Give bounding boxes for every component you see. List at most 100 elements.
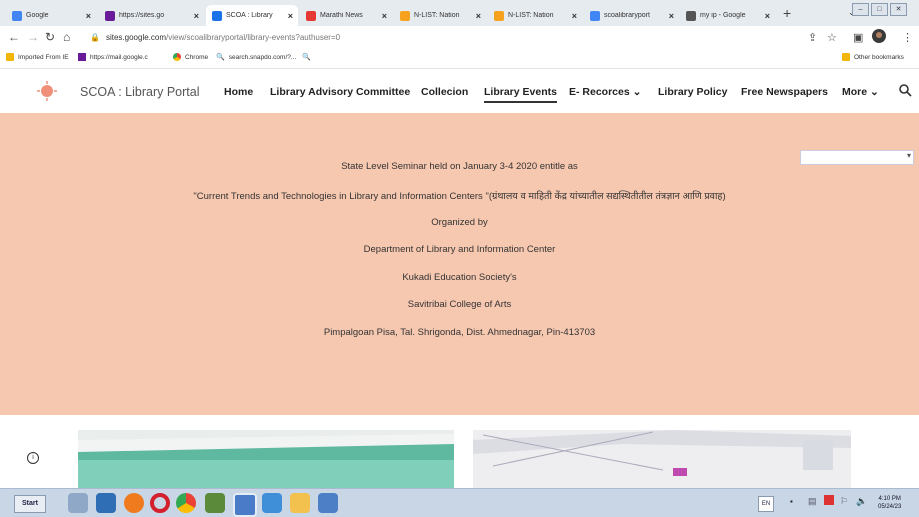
firefox-icon[interactable] bbox=[124, 493, 144, 513]
event-photo-right bbox=[473, 430, 851, 488]
nav-e-recorces[interactable]: E- Recorces ⌄ bbox=[569, 86, 641, 98]
explorer-icon[interactable] bbox=[68, 493, 88, 513]
profile-avatar[interactable] bbox=[872, 29, 886, 46]
chevron-down-icon: ▾ bbox=[906, 151, 911, 160]
tab-label: https://sites.go bbox=[119, 12, 165, 19]
home-icon[interactable]: ⌂ bbox=[63, 30, 70, 44]
browser-toolbar: ← → ↻ ⌂ 🔒 sites.google.com/view/scoalibra… bbox=[0, 26, 919, 50]
flag-icon[interactable]: ⚐ bbox=[840, 496, 848, 507]
google-icon bbox=[590, 10, 600, 21]
browser-tab-strip: Google × https://sites.go × SCOA : Library × M… bbox=[0, 0, 919, 26]
nav-library-policy[interactable]: Library Policy bbox=[658, 86, 727, 98]
bookmarks-bar: Imported From IE https://mail.google.c C… bbox=[0, 50, 919, 69]
display-icon[interactable]: ▤ bbox=[808, 496, 817, 507]
menu-kebab-icon[interactable]: ⋮ bbox=[902, 31, 913, 44]
clock[interactable]: 4:10 PM 05/24/23 bbox=[878, 495, 901, 511]
tab-stack-icon[interactable]: ▣ bbox=[853, 31, 863, 44]
minimize-button[interactable]: – bbox=[852, 3, 869, 16]
close-tab-icon[interactable]: × bbox=[194, 11, 199, 21]
word-icon[interactable] bbox=[318, 493, 338, 513]
search-icon[interactable] bbox=[898, 83, 912, 97]
news-icon bbox=[306, 10, 316, 21]
folder-icon bbox=[842, 53, 850, 61]
start-button[interactable]: Start bbox=[14, 495, 46, 513]
tab-5[interactable]: N-LIST: Nation × bbox=[394, 5, 486, 26]
chevron-down-icon: ⌄ bbox=[632, 86, 642, 98]
bookmark-snapdo[interactable]: 🔍 search.snapdo.com/?... bbox=[216, 53, 296, 62]
tab-3[interactable]: SCOA : Library × bbox=[206, 5, 298, 26]
tab-6[interactable]: N-LIST: Nation × bbox=[488, 5, 582, 26]
nlist-icon bbox=[400, 10, 410, 21]
share-icon[interactable]: ⇪ bbox=[808, 31, 817, 44]
network-icon[interactable]: ▪ bbox=[790, 497, 793, 506]
bookmark-mail[interactable]: https://mail.google.c bbox=[78, 53, 148, 61]
event-banner: State Level Seminar held on January 3-4 … bbox=[0, 113, 919, 415]
nav-home[interactable]: Home bbox=[224, 86, 253, 98]
nav-collecion[interactable]: Collecion bbox=[421, 86, 468, 98]
system-tray: EN ▪ ▤ ⚐ 🔈 4:10 PM 05/24/23 bbox=[758, 493, 908, 513]
url-path: /view/scoalibraryportal/library-events?a… bbox=[166, 33, 341, 42]
clock-time: 4:10 PM bbox=[878, 496, 901, 502]
tab-label: Google bbox=[26, 12, 49, 19]
tab-label: N-LIST: Nation bbox=[508, 12, 554, 19]
tab-2[interactable]: https://sites.go × bbox=[99, 5, 204, 26]
banner-department: Department of Library and Information Ce… bbox=[363, 244, 556, 255]
maximize-button[interactable]: □ bbox=[871, 3, 888, 16]
tab-8[interactable]: my ip - Google × bbox=[680, 5, 775, 26]
close-tab-icon[interactable]: × bbox=[86, 11, 91, 21]
tab-4[interactable]: Marathi News × bbox=[300, 5, 392, 26]
bookmark-star-icon[interactable]: ☆ bbox=[827, 31, 837, 44]
bookmark-imported-from-ie[interactable]: Imported From IE bbox=[6, 53, 69, 61]
event-photo-left bbox=[78, 430, 454, 488]
url-host: sites.google.com bbox=[105, 33, 166, 42]
nlist-icon bbox=[494, 10, 504, 21]
volume-icon[interactable]: 🔈 bbox=[856, 496, 867, 507]
nav-free-newspapers[interactable]: Free Newspapers bbox=[741, 86, 828, 98]
media-icon[interactable] bbox=[205, 493, 225, 513]
tab-1[interactable]: Google × bbox=[6, 5, 96, 26]
tab-label: scoalibraryport bbox=[604, 12, 650, 19]
window-controls: – □ ✕ bbox=[852, 3, 907, 16]
tab-label: my ip - Google bbox=[700, 12, 746, 19]
nav-more[interactable]: More ⌄ bbox=[842, 86, 879, 98]
lock-icon: 🔒 bbox=[90, 33, 100, 42]
bookmark-chrome[interactable]: Chrome bbox=[173, 53, 208, 61]
address-bar[interactable]: 🔒 sites.google.com/view/scoalibraryportal… bbox=[90, 30, 340, 46]
banner-title-line: "Current Trends and Technologies in Libr… bbox=[193, 191, 726, 202]
folder-taskbar-icon[interactable] bbox=[290, 493, 310, 513]
nav-library-events[interactable]: Library Events bbox=[484, 86, 557, 103]
forward-arrow-icon[interactable]: → bbox=[27, 30, 39, 44]
site-title[interactable]: SCOA : Library Portal bbox=[80, 85, 200, 99]
search-icon: 🔍 bbox=[302, 54, 311, 61]
close-tab-icon[interactable]: × bbox=[765, 11, 770, 21]
tab-label: Marathi News bbox=[320, 12, 363, 19]
banner-college: Savitribai College of Arts bbox=[407, 299, 512, 310]
yahoo-icon bbox=[105, 10, 115, 21]
chrome-active-icon[interactable] bbox=[233, 493, 257, 517]
antivirus-icon[interactable] bbox=[824, 495, 834, 505]
clock-date: 05/24/23 bbox=[878, 504, 902, 510]
chrome-icon[interactable] bbox=[176, 493, 196, 513]
translate-select[interactable]: ▾ bbox=[800, 150, 914, 165]
close-tab-icon[interactable]: × bbox=[572, 11, 577, 21]
chevron-down-icon: ⌄ bbox=[870, 86, 879, 98]
info-icon[interactable]: i bbox=[27, 452, 39, 464]
back-arrow-icon[interactable]: ← bbox=[8, 30, 20, 44]
other-bookmarks-folder[interactable]: Other bookmarks bbox=[842, 53, 904, 61]
close-tab-icon[interactable]: × bbox=[382, 11, 387, 21]
ie-icon[interactable] bbox=[96, 493, 116, 513]
tab-label: N-LIST: Nation bbox=[414, 12, 460, 19]
close-window-button[interactable]: ✕ bbox=[890, 3, 907, 16]
bookmark-search-extra[interactable]: 🔍 bbox=[302, 53, 315, 61]
app-icon[interactable] bbox=[262, 493, 282, 513]
new-tab-button[interactable]: + bbox=[783, 5, 791, 21]
language-indicator[interactable]: EN bbox=[758, 496, 774, 512]
tab-7[interactable]: scoalibraryport × bbox=[584, 5, 679, 26]
close-tab-icon[interactable]: × bbox=[288, 11, 293, 21]
nav-library-advisory-committee[interactable]: Library Advisory Committee bbox=[270, 86, 410, 98]
close-tab-icon[interactable]: × bbox=[669, 11, 674, 21]
close-tab-icon[interactable]: × bbox=[476, 11, 481, 21]
opera-icon[interactable] bbox=[150, 493, 170, 513]
reload-icon[interactable]: ↻ bbox=[45, 30, 55, 44]
banner-seminar-line: State Level Seminar held on January 3-4 … bbox=[341, 161, 578, 172]
